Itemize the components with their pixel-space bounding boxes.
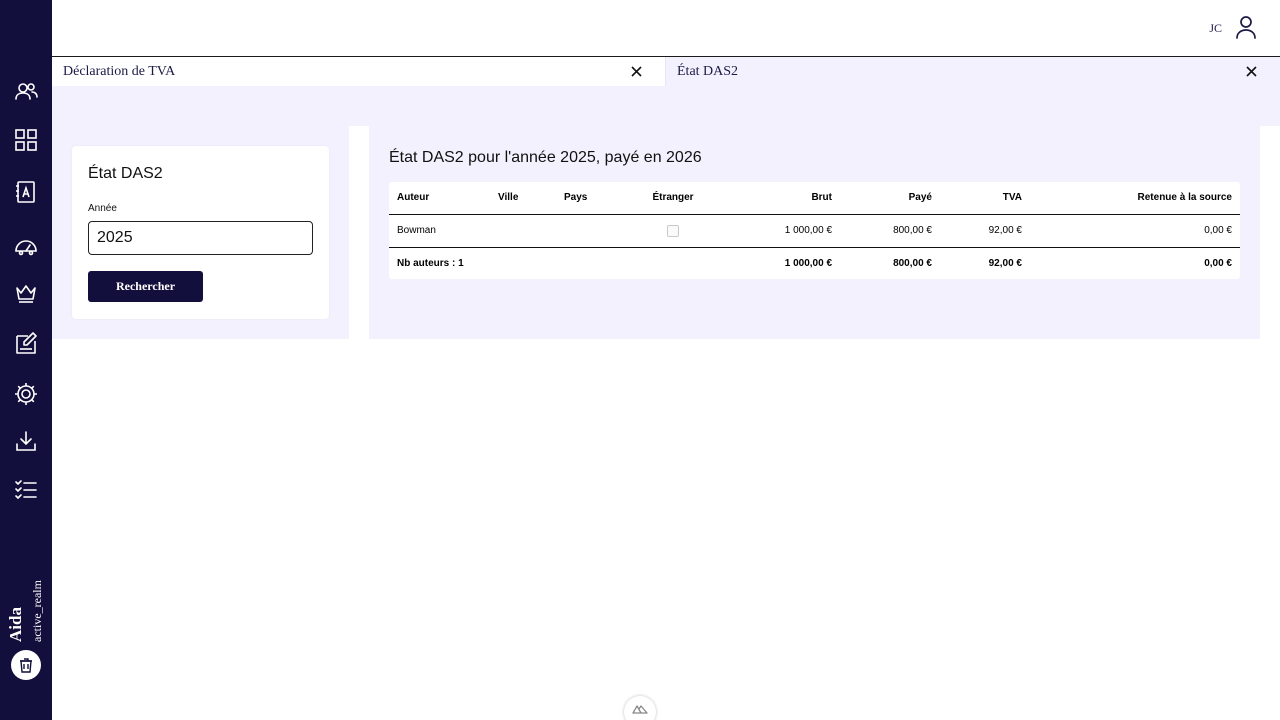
cell-tva: 92,00 €: [940, 214, 1030, 248]
brand-name: Aida: [6, 607, 25, 642]
column-header[interactable]: TVA: [940, 182, 1030, 215]
table-row: Bowman 1 000,00 € 800,00 € 92,00 € 0,00 …: [389, 214, 1240, 248]
bin-icon: [20, 658, 32, 673]
column-header[interactable]: Étranger: [622, 182, 724, 215]
close-icon[interactable]: [1245, 65, 1258, 78]
nuxt-logo-icon: [632, 705, 648, 714]
user-initials: JC: [1209, 21, 1222, 35]
content-background: [52, 86, 1280, 126]
column-header[interactable]: Retenue à la source: [1030, 182, 1240, 215]
tab-etat-das2[interactable]: État DAS2: [666, 57, 1280, 86]
cell-etranger: [622, 214, 724, 248]
checklist-icon[interactable]: [13, 476, 39, 502]
year-input[interactable]: [88, 221, 313, 255]
gauge-icon[interactable]: [13, 232, 39, 258]
top-header: JC: [52, 0, 1280, 57]
total-label: Nb auteurs : 1: [397, 257, 464, 269]
bin-button[interactable]: [11, 650, 41, 680]
cell-auteur: Bowman: [389, 214, 490, 248]
table-header-row: Auteur Ville Pays Étranger Brut Payé TVA…: [389, 182, 1240, 215]
report-panel: État DAS2 pour l'année 2025, payé en 202…: [369, 126, 1260, 339]
cell-paye: 800,00 €: [840, 214, 940, 248]
devtools-button[interactable]: [624, 696, 656, 720]
filter-card: État DAS2 Année Rechercher: [72, 146, 329, 319]
filter-panel: État DAS2 Année Rechercher: [52, 126, 349, 339]
crown-icon[interactable]: [13, 280, 39, 306]
column-header[interactable]: Pays: [556, 182, 622, 215]
tab-label: Déclaration de TVA: [63, 63, 176, 79]
cell-brut: 1 000,00 €: [724, 214, 840, 248]
total-paye: 800,00 €: [893, 257, 932, 269]
contacts-book-icon[interactable]: [13, 179, 39, 205]
column-header[interactable]: Payé: [840, 182, 940, 215]
das2-table-card: Auteur Ville Pays Étranger Brut Payé TVA…: [389, 182, 1240, 279]
tab-bar: Déclaration de TVA État DAS2: [52, 57, 1280, 86]
total-tva: 92,00 €: [988, 257, 1022, 269]
download-icon[interactable]: [13, 428, 39, 454]
realm-name: active_realm: [30, 580, 44, 642]
total-brut: 1 000,00 €: [784, 257, 832, 269]
tab-declaration-tva[interactable]: Déclaration de TVA: [52, 57, 666, 86]
close-icon[interactable]: [630, 65, 643, 78]
table-total-row: Nb auteurs : 1 1 000,00 € 800,00 € 92,00…: [389, 247, 1240, 279]
sidebar: Aida active_realm: [0, 0, 52, 720]
edit-document-icon[interactable]: [13, 330, 39, 356]
cell-ville: [490, 214, 556, 248]
cell-pays: [556, 214, 622, 248]
das2-table: Auteur Ville Pays Étranger Brut Payé TVA…: [389, 182, 1240, 279]
column-header[interactable]: Ville: [490, 182, 556, 215]
column-header[interactable]: Brut: [724, 182, 840, 215]
users-icon[interactable]: [13, 79, 39, 105]
year-label: Année: [88, 203, 117, 214]
brand: Aida active_realm: [0, 562, 52, 642]
search-button[interactable]: Rechercher: [88, 271, 203, 302]
dashboard-grid-icon[interactable]: [13, 127, 39, 153]
user-account-icon[interactable]: [1232, 13, 1260, 41]
etranger-checkbox[interactable]: [667, 224, 679, 237]
cell-retenue: 0,00 €: [1030, 214, 1240, 248]
tab-label: État DAS2: [677, 63, 739, 79]
gear-icon[interactable]: [13, 381, 39, 407]
total-retenue: 0,00 €: [1204, 257, 1232, 269]
column-header[interactable]: Auteur: [389, 182, 490, 215]
form-title: État DAS2: [88, 165, 163, 182]
report-title: État DAS2 pour l'année 2025, payé en 202…: [389, 149, 702, 166]
